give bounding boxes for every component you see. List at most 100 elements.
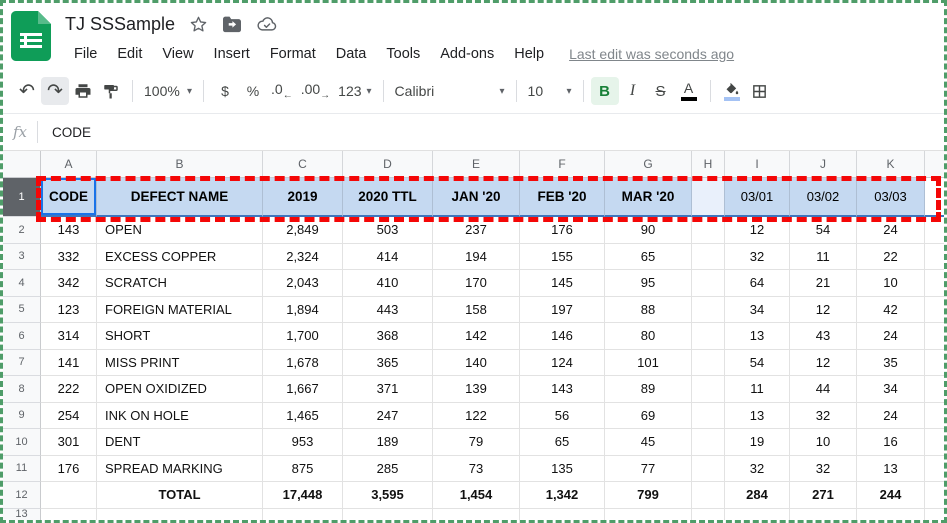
move-to-folder-icon[interactable]	[222, 15, 242, 33]
cell-f13[interactable]	[520, 509, 605, 521]
cell-f4[interactable]: 145	[520, 270, 605, 297]
cell-b12[interactable]: TOTAL	[97, 482, 263, 509]
cell-a4[interactable]: 342	[41, 270, 97, 297]
cell-d1[interactable]: 2020 TTL	[343, 178, 433, 217]
google-sheets-logo-icon[interactable]	[11, 11, 51, 61]
cell-d11[interactable]: 285	[343, 456, 433, 483]
cell-g10[interactable]: 45	[605, 429, 692, 456]
cell-g6[interactable]: 80	[605, 323, 692, 350]
cell-d9[interactable]: 247	[343, 403, 433, 430]
row-header-3[interactable]: 3	[3, 244, 41, 271]
row-header-2[interactable]: 2	[3, 217, 41, 244]
cell-a7[interactable]: 141	[41, 350, 97, 377]
cloud-saved-icon[interactable]	[256, 15, 278, 33]
cell-e3[interactable]: 194	[433, 244, 520, 271]
more-formats-button[interactable]: 123 ▾	[334, 77, 375, 105]
cell-i1[interactable]: 03/01	[725, 178, 790, 217]
undo-button[interactable]: ↶	[13, 77, 41, 105]
redo-button[interactable]: ↷	[41, 77, 69, 105]
formula-input[interactable]: CODE	[52, 125, 944, 140]
cell-j5[interactable]: 12	[790, 297, 857, 324]
cell-i9[interactable]: 13	[725, 403, 790, 430]
cell-c5[interactable]: 1,894	[263, 297, 343, 324]
cell-e9[interactable]: 122	[433, 403, 520, 430]
menu-item-view[interactable]: View	[153, 43, 202, 65]
cell-c4[interactable]: 2,043	[263, 270, 343, 297]
font-size-select[interactable]: 10 ▾	[524, 77, 576, 105]
cell-f10[interactable]: 65	[520, 429, 605, 456]
increase-decimal-button[interactable]: .00→	[297, 77, 334, 105]
cell-h7[interactable]	[692, 350, 725, 377]
cell-d6[interactable]: 368	[343, 323, 433, 350]
cell-b7[interactable]: MISS PRINT	[97, 350, 263, 377]
cell-j1[interactable]: 03/02	[790, 178, 857, 217]
cell-j7[interactable]: 12	[790, 350, 857, 377]
column-header-a[interactable]: A	[41, 151, 97, 178]
cell-i4[interactable]: 64	[725, 270, 790, 297]
cell-a12[interactable]	[41, 482, 97, 509]
row-header-13[interactable]: 13	[3, 509, 41, 521]
fill-color-button[interactable]	[718, 77, 746, 105]
cell-e7[interactable]: 140	[433, 350, 520, 377]
cell-d12[interactable]: 3,595	[343, 482, 433, 509]
column-header-j[interactable]: J	[790, 151, 857, 178]
cell-f12[interactable]: 1,342	[520, 482, 605, 509]
cell-k10[interactable]: 16	[857, 429, 925, 456]
cell-e2[interactable]: 237	[433, 217, 520, 244]
cell-g13[interactable]	[605, 509, 692, 521]
cell-g9[interactable]: 69	[605, 403, 692, 430]
cell-b1[interactable]: DEFECT NAME	[97, 178, 263, 217]
zoom-select[interactable]: 100% ▾	[140, 77, 196, 105]
cell-d10[interactable]: 189	[343, 429, 433, 456]
cell-c11[interactable]: 875	[263, 456, 343, 483]
cell-g12[interactable]: 799	[605, 482, 692, 509]
row-header-1[interactable]: 1	[3, 178, 41, 217]
cell-h4[interactable]	[692, 270, 725, 297]
cell-g4[interactable]: 95	[605, 270, 692, 297]
cell-c8[interactable]: 1,667	[263, 376, 343, 403]
column-header-d[interactable]: D	[343, 151, 433, 178]
menu-item-help[interactable]: Help	[505, 43, 553, 65]
cell-b6[interactable]: SHORT	[97, 323, 263, 350]
cell-j4[interactable]: 21	[790, 270, 857, 297]
cell-k2[interactable]: 24	[857, 217, 925, 244]
cell-k6[interactable]: 24	[857, 323, 925, 350]
cell-i11[interactable]: 32	[725, 456, 790, 483]
cell-b13[interactable]	[97, 509, 263, 521]
cell-a3[interactable]: 332	[41, 244, 97, 271]
cell-h5[interactable]	[692, 297, 725, 324]
star-icon[interactable]	[189, 15, 208, 34]
decrease-decimal-button[interactable]: .0←	[267, 77, 297, 105]
cell-j2[interactable]: 54	[790, 217, 857, 244]
row-header-10[interactable]: 10	[3, 429, 41, 456]
menu-item-edit[interactable]: Edit	[108, 43, 151, 65]
cell-i2[interactable]: 12	[725, 217, 790, 244]
cell-a11[interactable]: 176	[41, 456, 97, 483]
cell-h2[interactable]	[692, 217, 725, 244]
cell-h11[interactable]	[692, 456, 725, 483]
cell-b9[interactable]: INK ON HOLE	[97, 403, 263, 430]
cell-e12[interactable]: 1,454	[433, 482, 520, 509]
cell-c7[interactable]: 1,678	[263, 350, 343, 377]
cell-b4[interactable]: SCRATCH	[97, 270, 263, 297]
cell-j3[interactable]: 11	[790, 244, 857, 271]
cell-k4[interactable]: 10	[857, 270, 925, 297]
cell-c2[interactable]: 2,849	[263, 217, 343, 244]
cell-i12[interactable]: 284	[725, 482, 790, 509]
cell-d3[interactable]: 414	[343, 244, 433, 271]
cell-d8[interactable]: 371	[343, 376, 433, 403]
cell-h3[interactable]	[692, 244, 725, 271]
cell-i7[interactable]: 54	[725, 350, 790, 377]
select-all-corner[interactable]	[3, 151, 41, 178]
cell-j8[interactable]: 44	[790, 376, 857, 403]
cell-a9[interactable]: 254	[41, 403, 97, 430]
row-header-12[interactable]: 12	[3, 482, 41, 509]
cell-g3[interactable]: 65	[605, 244, 692, 271]
cell-c1[interactable]: 2019	[263, 178, 343, 217]
cell-k13[interactable]	[857, 509, 925, 521]
cell-c3[interactable]: 2,324	[263, 244, 343, 271]
borders-button[interactable]	[746, 77, 774, 105]
cell-k9[interactable]: 24	[857, 403, 925, 430]
cell-k5[interactable]: 42	[857, 297, 925, 324]
cell-i10[interactable]: 19	[725, 429, 790, 456]
